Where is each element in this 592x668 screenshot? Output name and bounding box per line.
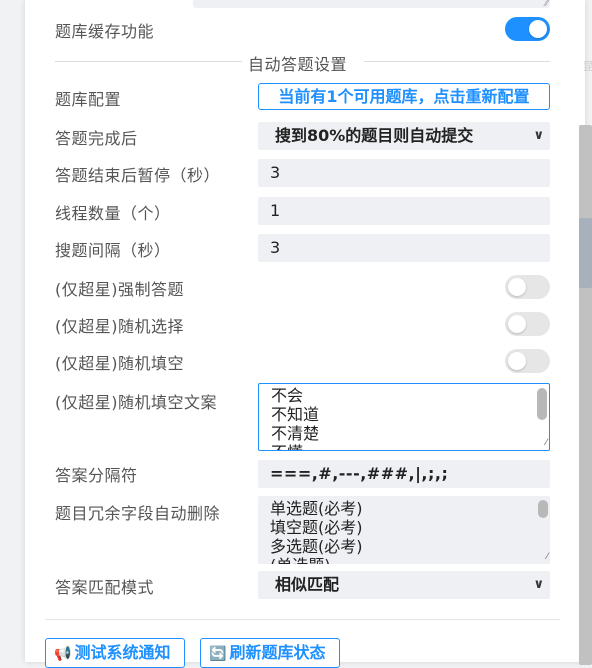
on-complete-value: 搜到80%的题目则自动提交: [275, 126, 474, 145]
test-notify-label: 测试系统通知: [74, 643, 171, 662]
section-title: 自动答题设置: [248, 55, 348, 74]
textarea-line: 不知道: [271, 405, 320, 424]
section-divider-left: [55, 61, 242, 62]
chevron-down-icon: ∨: [533, 577, 544, 592]
random-choice-label: (仅超星)随机选择: [55, 317, 184, 336]
fill-text-label: (仅超星)随机填空文案: [55, 393, 217, 412]
resize-grip-icon[interactable]: ⁄: [546, 552, 548, 562]
refresh-bank-button[interactable]: 🔄 刷新题库状态: [200, 638, 340, 668]
megaphone-icon: 📢: [54, 646, 72, 662]
remove-fields-label: 题目冗余字段自动删除: [55, 504, 221, 523]
chevron-down-icon: ∨: [533, 128, 544, 143]
textarea-line: 填空题(必考): [270, 518, 363, 537]
resize-grip-icon[interactable]: ⁄: [545, 438, 547, 448]
textarea-line: 不会: [271, 386, 304, 405]
bank-config-label: 题库配置: [55, 90, 122, 109]
match-mode-value: 相似匹配: [275, 575, 340, 594]
toggle-knob: [508, 352, 526, 370]
reconfigure-bank-button[interactable]: 当前有1个可用题库，点击重新配置: [258, 83, 550, 110]
random-fill-label: (仅超星)随机填空: [55, 354, 184, 373]
random-fill-toggle[interactable]: [505, 349, 550, 373]
force-label: (仅超星)强制答题: [55, 280, 184, 299]
textarea-line: 单选题(必考): [270, 499, 363, 518]
match-mode-label: 答案匹配模式: [55, 578, 155, 597]
page-scrollbar-thumb[interactable]: [579, 218, 592, 288]
textarea-line: (单选题): [270, 556, 550, 564]
pause-label: 答题结束后暂停（秒）: [55, 166, 221, 185]
refresh-bank-label: 刷新题库状态: [229, 643, 326, 662]
on-complete-label: 答题完成后: [55, 129, 138, 148]
resize-grip-icon: ⁄⁄: [544, 0, 548, 9]
interval-label: 搜题间隔（秒）: [55, 241, 171, 260]
toggle-knob: [508, 278, 526, 296]
fill-text-textarea[interactable]: 不会 不知道 不清楚 不懂 ⁄: [258, 383, 550, 451]
textarea-line: 不懂: [271, 443, 549, 450]
toggle-knob: [508, 315, 526, 333]
textarea-line: 多选题(必考): [270, 537, 363, 556]
separator-label: 答案分隔符: [55, 466, 138, 485]
refresh-icon: 🔄: [209, 646, 227, 662]
threads-label: 线程数量（个）: [55, 204, 171, 223]
match-mode-select[interactable]: 相似匹配 ∨: [258, 571, 550, 599]
cache-toggle[interactable]: [505, 17, 550, 41]
section-divider-right: [364, 61, 550, 62]
page-scrollbar-track[interactable]: [579, 125, 592, 665]
textarea-scrollbar[interactable]: [537, 388, 547, 420]
separator-input[interactable]: ===,#,---,###,|,;,;: [258, 460, 550, 488]
textarea-scrollbar[interactable]: [538, 500, 548, 518]
test-notify-button[interactable]: 📢 测试系统通知: [45, 638, 185, 668]
interval-input[interactable]: 3: [258, 234, 550, 262]
toggle-knob: [529, 20, 547, 38]
pause-input[interactable]: 3: [258, 159, 550, 187]
threads-input[interactable]: 1: [258, 197, 550, 225]
on-complete-select[interactable]: 搜到80%的题目则自动提交 ∨: [258, 122, 550, 150]
background-page-text: 昆: [583, 60, 592, 73]
cache-label: 题库缓存功能: [55, 22, 155, 41]
random-choice-toggle[interactable]: [505, 312, 550, 336]
previous-field-stub: ⁄⁄: [193, 0, 550, 9]
force-toggle[interactable]: [505, 275, 550, 299]
textarea-line: 不清楚: [271, 424, 320, 443]
remove-fields-textarea[interactable]: 单选题(必考) 填空题(必考) 多选题(必考) (单选题) ⁄: [258, 496, 550, 564]
footer-divider: [45, 619, 560, 620]
